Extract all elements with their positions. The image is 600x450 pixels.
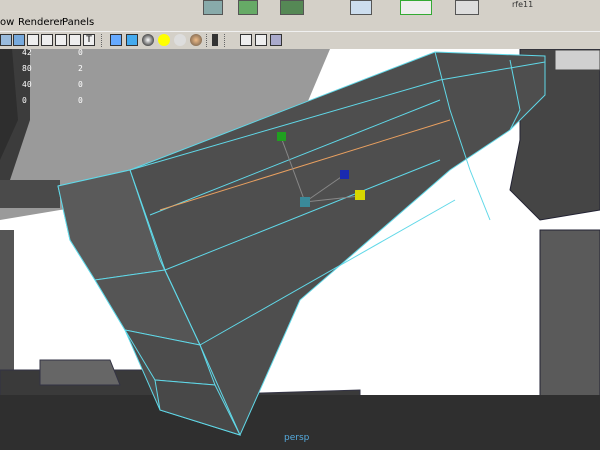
hud-toggle-icon[interactable] [270, 34, 282, 46]
wireframe-icon[interactable] [110, 34, 122, 46]
move-x-handle [355, 190, 365, 200]
toolbar-separator [206, 34, 209, 47]
resolution-gate-icon[interactable]: T [83, 34, 95, 46]
bookmark-icon[interactable] [27, 34, 39, 46]
move-z-handle [340, 170, 349, 179]
lights-icon[interactable] [158, 34, 170, 46]
film-gate-icon[interactable] [69, 34, 81, 46]
smooth-shade-icon[interactable] [126, 34, 138, 46]
panel-menubar: ow Renderer Panels [0, 15, 600, 31]
backface-icon[interactable] [240, 34, 252, 46]
shadows-icon[interactable] [174, 34, 186, 46]
scene-render [0, 49, 600, 450]
isolate-icon[interactable] [190, 34, 202, 46]
move-y-handle [277, 132, 286, 141]
move-center-handle [300, 197, 310, 207]
xray-icon[interactable] [212, 34, 218, 46]
shelf-icon[interactable] [455, 0, 479, 15]
toolbar-separator [101, 34, 104, 47]
select-camera-icon[interactable] [0, 34, 12, 46]
camera-label: persp [284, 433, 310, 443]
shelf-icon[interactable] [400, 0, 432, 15]
texture-icon[interactable] [142, 34, 154, 46]
shelf-strip: rfe11 [0, 0, 600, 15]
grid-icon[interactable] [55, 34, 67, 46]
image-plane-icon[interactable] [41, 34, 53, 46]
panel-toolbar: T [0, 31, 600, 50]
perspective-viewport[interactable] [0, 49, 600, 450]
shelf-icon[interactable] [280, 0, 304, 15]
shelf-icon[interactable] [350, 0, 372, 15]
shelf-icon[interactable] [203, 0, 223, 15]
xray-joints-icon[interactable] [255, 34, 267, 46]
corner-label: rfe11 [512, 0, 534, 9]
menu-renderer[interactable]: Renderer [18, 15, 64, 31]
menu-panels[interactable]: Panels [62, 15, 94, 31]
menu-view[interactable]: ow [0, 15, 14, 31]
shelf-icon[interactable] [238, 0, 258, 15]
toolbar-separator [224, 34, 227, 47]
camera-attributes-icon[interactable] [13, 34, 25, 46]
